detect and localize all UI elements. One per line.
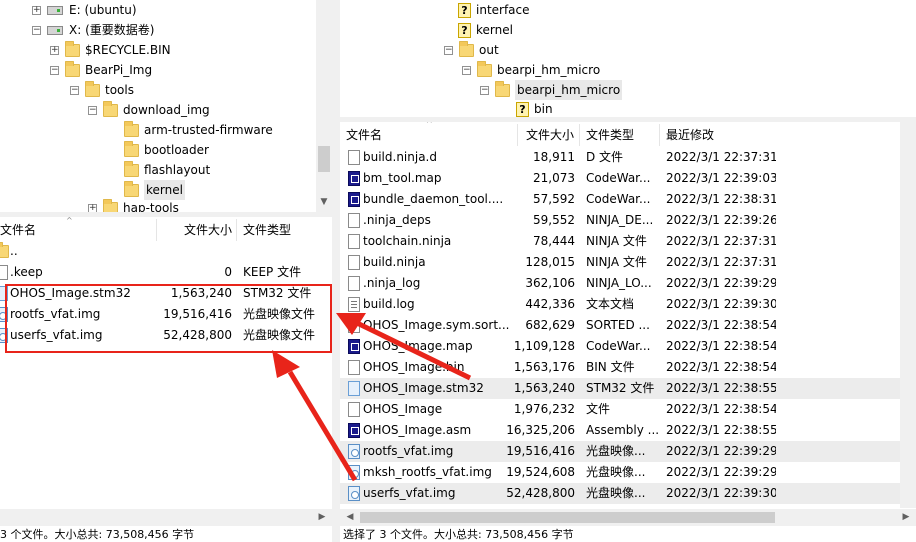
annotation-arrow — [353, 319, 472, 381]
annotation-arrow — [287, 370, 358, 482]
annotation-arrows — [272, 313, 472, 482]
annotation-arrowhead — [272, 350, 300, 378]
